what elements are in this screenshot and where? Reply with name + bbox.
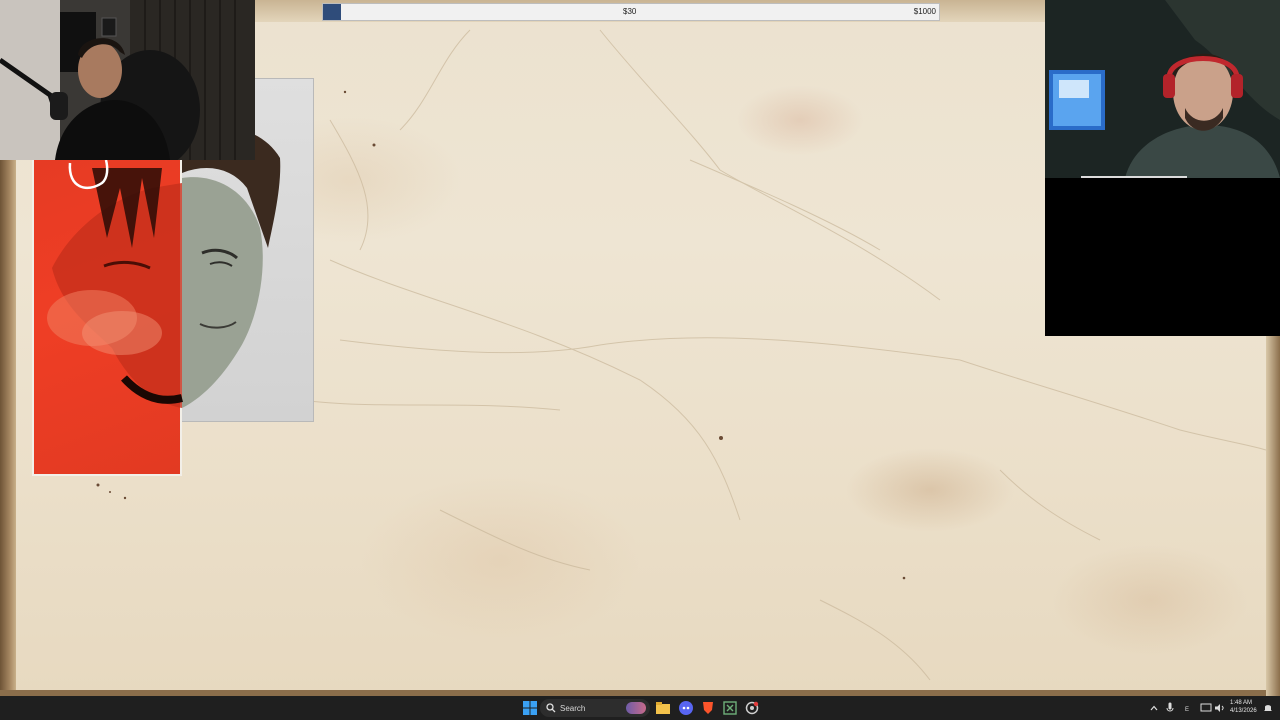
microphone-icon[interactable] <box>1162 700 1178 716</box>
brave-browser-icon[interactable] <box>700 700 716 716</box>
taskbar: Search E 1:48 AM 4/13/2026 <box>0 696 1280 720</box>
clock-time[interactable]: 1:48 AM <box>1230 699 1252 707</box>
webcam-overlay-left <box>0 0 255 160</box>
parchment-right-edge <box>1266 336 1280 696</box>
windows-start-icon[interactable] <box>522 700 538 716</box>
settings-icon[interactable] <box>744 700 760 716</box>
volume-icon[interactable] <box>1212 700 1228 716</box>
search-icon <box>546 703 556 713</box>
chevron-up-icon[interactable] <box>1146 700 1162 716</box>
money-goal-value: $1000 <box>913 7 936 16</box>
search-highlight-icon <box>626 702 646 714</box>
money-progress-fill <box>323 4 342 20</box>
folder-icon[interactable] <box>655 700 671 716</box>
svg-text:E: E <box>1185 707 1189 712</box>
money-current-value: $30 <box>623 7 637 16</box>
notification-icon[interactable] <box>1260 700 1276 716</box>
xbox-icon[interactable] <box>722 700 738 716</box>
money-progress-bar[interactable]: $30 $1000 <box>322 3 940 21</box>
clock-date[interactable]: 4/13/2026 <box>1230 707 1257 715</box>
webcam-right-blank-area <box>1045 178 1280 336</box>
discord-icon[interactable] <box>678 700 694 716</box>
webcam-overlay-right <box>1045 0 1280 178</box>
taskbar-search[interactable]: Search <box>540 699 650 717</box>
keyboard-language-icon[interactable]: E <box>1180 700 1196 716</box>
search-label: Search <box>560 703 586 713</box>
